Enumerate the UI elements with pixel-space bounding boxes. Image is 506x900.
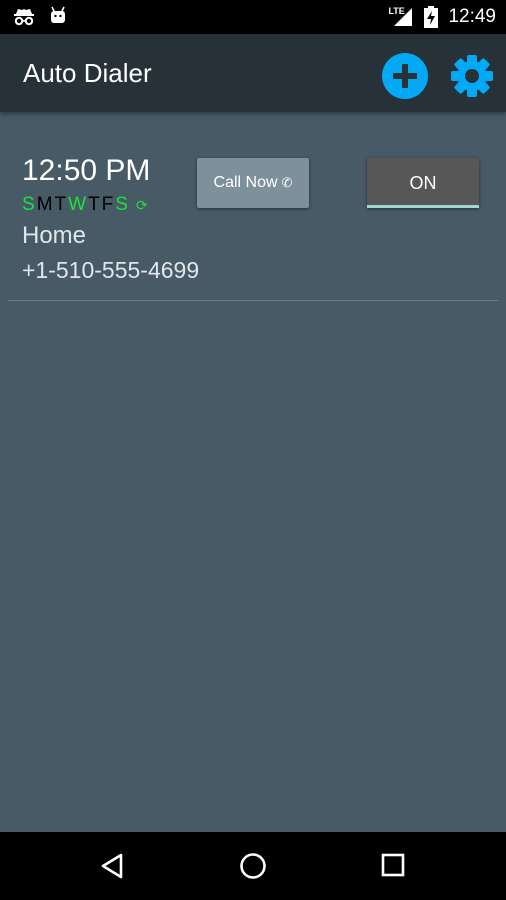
day-tuesday[interactable]: T — [55, 194, 67, 216]
phone-number: +1-510-555-4699 — [22, 257, 200, 283]
status-bar: LTE 12:49 — [0, 0, 506, 34]
app-title: Auto Dialer — [23, 58, 152, 88]
back-icon[interactable] — [99, 852, 125, 880]
call-now-label: Call Now — [213, 174, 278, 191]
status-time: 12:49 — [448, 6, 496, 27]
battery-charging-icon — [424, 6, 439, 28]
day-thursday[interactable]: T — [88, 194, 100, 216]
alarm-toggle[interactable]: ON — [367, 158, 479, 208]
phone-icon: ✆ — [281, 175, 293, 190]
repeat-days: S M T W T F S ⟳ — [22, 194, 150, 216]
add-icon[interactable] — [382, 53, 428, 99]
incognito-icon — [14, 9, 34, 26]
day-wednesday[interactable]: W — [68, 194, 86, 216]
app-bar: Auto Dialer — [0, 34, 506, 112]
day-sunday[interactable]: S — [22, 194, 35, 216]
toggle-state-label: ON — [409, 172, 437, 193]
call-now-button[interactable]: Call Now ✆ — [197, 158, 309, 208]
home-icon[interactable] — [238, 851, 268, 881]
settings-gear-icon[interactable] — [448, 52, 496, 100]
navigation-bar — [0, 832, 506, 900]
repeat-icon: ⟳ — [135, 196, 148, 213]
toggle-indicator — [367, 205, 479, 208]
day-friday[interactable]: F — [102, 194, 114, 216]
alarm-time[interactable]: 12:50 PM — [22, 154, 150, 188]
android-icon — [51, 6, 65, 23]
list-divider — [8, 300, 498, 301]
day-monday[interactable]: M — [37, 194, 53, 216]
day-saturday[interactable]: S — [115, 194, 128, 216]
signal-icon: LTE — [388, 6, 414, 28]
recents-icon[interactable] — [381, 853, 405, 877]
alarm-label: Home — [22, 222, 87, 249]
